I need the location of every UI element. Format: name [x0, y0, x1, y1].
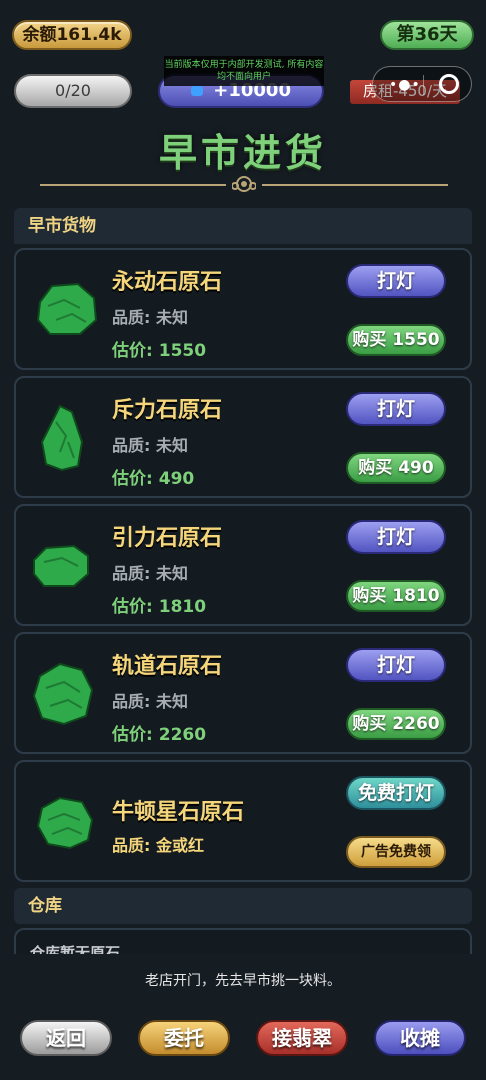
- quality-prefix: 品质:: [112, 436, 151, 455]
- quality-value: 未知: [155, 308, 188, 327]
- close-target-icon[interactable]: [439, 74, 459, 94]
- warehouse-section-header: 仓库: [14, 888, 472, 924]
- dev-notice: 当前版本仅用于内部开发测试, 所有内容均不面向用户: [164, 56, 324, 86]
- market-item-card: 轨道石原石 品质: 未知 估价: 2260 打灯 购买 2260: [14, 632, 472, 754]
- warehouse-partial-text: 仓库暂无原石: [30, 944, 121, 954]
- item-name: 牛顿星石原石: [112, 800, 245, 825]
- item-price: 估价: 1810: [112, 592, 206, 617]
- gem-icon: [191, 86, 203, 96]
- more-dots-icon[interactable]: •●•: [389, 77, 421, 93]
- light-button[interactable]: 打灯: [346, 392, 446, 426]
- day-pill: 第36天: [380, 20, 474, 50]
- page-title: 早市进货: [158, 131, 327, 175]
- capacity-pill[interactable]: 0/20: [14, 74, 132, 108]
- item-price: 估价: 1550: [112, 336, 206, 361]
- capacity-label: 0/20: [55, 81, 91, 100]
- warehouse-card: 仓库暂无原石: [14, 928, 472, 954]
- quality-value: 未知: [155, 564, 188, 583]
- title-divider-right: [262, 184, 448, 186]
- item-quality: 品质: 未知: [112, 688, 188, 712]
- quality-value: 未知: [155, 692, 188, 711]
- item-quality: 品质: 未知: [112, 304, 188, 328]
- quality-value: 未知: [155, 436, 188, 455]
- light-button[interactable]: 打灯: [346, 648, 446, 682]
- price-prefix: 估价:: [112, 341, 153, 361]
- item-price: 估价: 490: [112, 464, 194, 489]
- quality-prefix: 品质:: [112, 692, 151, 711]
- item-price: 估价: 2260: [112, 720, 206, 745]
- light-button[interactable]: 打灯: [346, 264, 446, 298]
- price-prefix: 估价:: [112, 469, 153, 489]
- jade-stone-icon: [32, 662, 94, 726]
- item-quality: 品质: 金或红: [112, 832, 204, 856]
- price-value: 490: [158, 469, 195, 489]
- close-stall-button[interactable]: 收摊: [374, 1020, 466, 1056]
- quality-prefix: 品质:: [112, 836, 151, 855]
- market-item-card: 牛顿星石原石 品质: 金或红 免费打灯 广告免费领: [14, 760, 472, 882]
- item-name: 引力石原石: [112, 526, 223, 551]
- jade-stone-icon: [40, 404, 84, 472]
- cloud-ornament-icon: [231, 174, 257, 194]
- buy-button[interactable]: 购买 1550: [346, 324, 446, 356]
- quality-prefix: 品质:: [112, 308, 151, 327]
- free-light-button[interactable]: 免费打灯: [346, 776, 446, 810]
- jade-stone-icon: [33, 544, 89, 587]
- jade-stone-icon: [36, 796, 94, 850]
- hint-text: 老店开门，先去早市挑一块料。: [145, 973, 341, 989]
- price-prefix: 估价:: [112, 725, 153, 745]
- capsule-menu[interactable]: •●•: [372, 66, 472, 102]
- market-item-card: 斥力石原石 品质: 未知 估价: 490 打灯 购买 490: [14, 376, 472, 498]
- divider: [423, 75, 424, 95]
- item-quality: 品质: 未知: [112, 560, 188, 584]
- price-value: 1810: [158, 597, 207, 617]
- quality-prefix: 品质:: [112, 564, 151, 583]
- buy-button[interactable]: 购买 490: [346, 452, 446, 484]
- light-button[interactable]: 打灯: [346, 520, 446, 554]
- item-name: 永动石原石: [112, 270, 223, 295]
- price-value: 2260: [158, 725, 207, 745]
- price-value: 1550: [158, 341, 207, 361]
- jade-button[interactable]: 接翡翠: [256, 1020, 348, 1056]
- ad-free-claim-button[interactable]: 广告免费领: [346, 836, 446, 868]
- quality-value: 金或红: [155, 836, 204, 855]
- commission-button[interactable]: 委托: [138, 1020, 230, 1056]
- item-name: 斥力石原石: [112, 398, 223, 423]
- title-divider-left: [40, 184, 226, 186]
- market-item-card: 引力石原石 品质: 未知 估价: 1810 打灯 购买 1810: [14, 504, 472, 626]
- back-button[interactable]: 返回: [20, 1020, 112, 1056]
- market-section-header: 早市货物: [14, 208, 472, 244]
- balance-pill: 余额161.4k: [12, 20, 132, 50]
- buy-button[interactable]: 购买 2260: [346, 708, 446, 740]
- item-quality: 品质: 未知: [112, 432, 188, 456]
- market-item-card: 永动石原石 品质: 未知 估价: 1550 打灯 购买 1550: [14, 248, 472, 370]
- item-name: 轨道石原石: [112, 654, 223, 679]
- price-prefix: 估价:: [112, 597, 153, 617]
- jade-stone-icon: [36, 282, 98, 335]
- buy-button[interactable]: 购买 1810: [346, 580, 446, 612]
